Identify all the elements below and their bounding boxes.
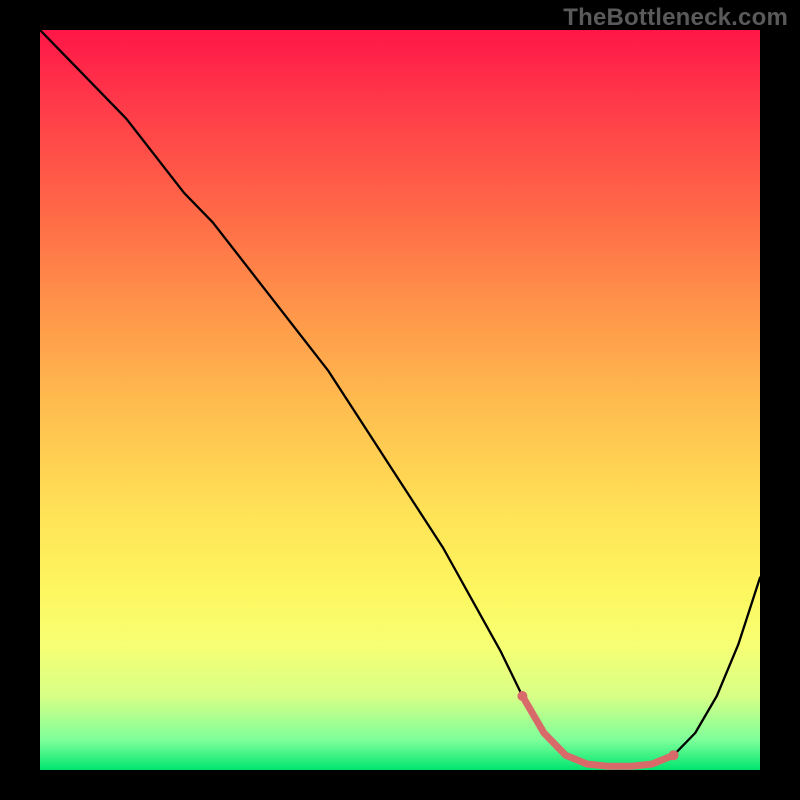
- bottleneck-curve: [40, 30, 760, 766]
- trough-dot-left: [517, 691, 527, 701]
- curve-layer: [40, 30, 760, 770]
- trough-highlight: [522, 696, 673, 766]
- trough-dot-right: [669, 750, 679, 760]
- chart-frame: TheBottleneck.com: [0, 0, 800, 800]
- watermark-text: TheBottleneck.com: [563, 4, 788, 32]
- plot-area: [40, 30, 760, 770]
